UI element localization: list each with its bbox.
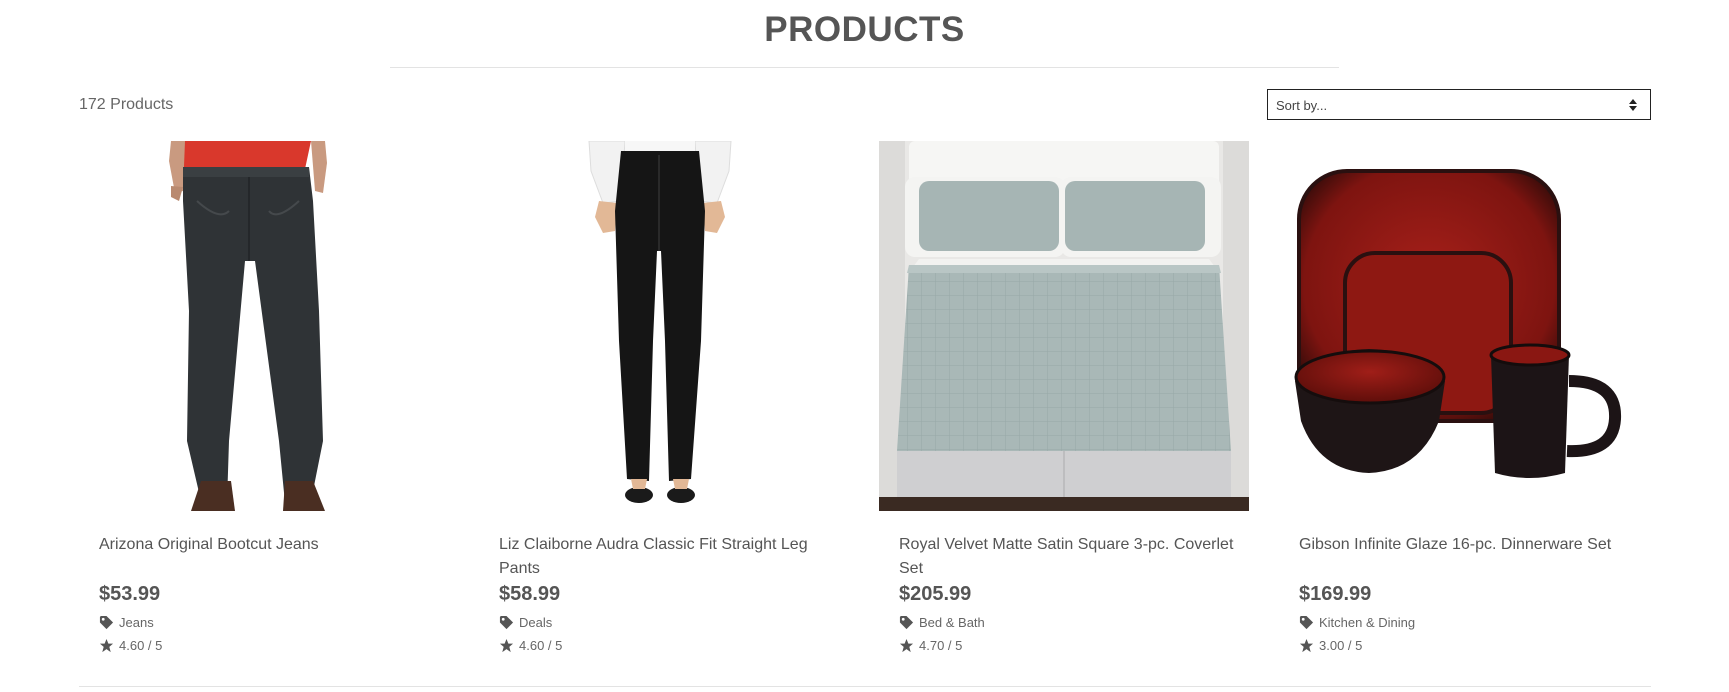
sort-arrows-icon	[1629, 99, 1637, 111]
product-rating: 4.60 / 5	[499, 638, 562, 653]
rating-label: 4.60 / 5	[119, 638, 163, 653]
black-pants-image	[588, 141, 732, 503]
product-category[interactable]: Bed & Bath	[899, 615, 985, 630]
product-price: $53.99	[99, 583, 161, 605]
bottom-divider	[79, 686, 1651, 687]
product-rating: 3.00 / 5	[1299, 638, 1362, 653]
product-category[interactable]: Kitchen & Dining	[1299, 615, 1415, 630]
category-label: Kitchen & Dining	[1319, 615, 1416, 630]
red-dinnerware-image	[1294, 169, 1622, 478]
product-name[interactable]: Royal Velvet Matte Satin Square 3-pc. Co…	[899, 533, 1239, 581]
product-price: $169.99	[1299, 583, 1372, 605]
product-card[interactable]: Arizona Original Bootcut Jeans $53.99 Je…	[79, 141, 449, 661]
product-name[interactable]: Gibson Infinite Glaze 16-pc. Dinnerware …	[1299, 533, 1639, 557]
page-title: PRODUCTS	[764, 10, 965, 49]
jeans-image	[169, 141, 327, 511]
star-icon	[899, 638, 914, 653]
star-icon	[1299, 638, 1314, 653]
category-label: Bed & Bath	[919, 615, 985, 630]
product-card[interactable]: Gibson Infinite Glaze 16-pc. Dinnerware …	[1279, 141, 1649, 661]
category-label: Deals	[519, 615, 553, 630]
rating-label: 4.60 / 5	[519, 638, 563, 653]
sort-select-value: Sort by...	[1276, 98, 1328, 113]
tag-icon	[899, 615, 914, 630]
product-image[interactable]	[879, 141, 1249, 511]
product-rating: 4.60 / 5	[99, 638, 162, 653]
star-icon	[499, 638, 514, 653]
title-divider	[390, 67, 1339, 68]
product-rating: 4.70 / 5	[899, 638, 962, 653]
sort-select[interactable]: Sort by...	[1267, 89, 1651, 120]
rating-label: 4.70 / 5	[919, 638, 963, 653]
star-icon	[99, 638, 114, 653]
coverlet-bed-image	[879, 141, 1249, 511]
tag-icon	[1299, 615, 1314, 630]
product-card[interactable]: Liz Claiborne Audra Classic Fit Straight…	[479, 141, 849, 661]
product-category[interactable]: Jeans	[99, 615, 154, 630]
product-price: $58.99	[499, 583, 561, 605]
product-category[interactable]: Deals	[499, 615, 552, 630]
product-name[interactable]: Arizona Original Bootcut Jeans	[99, 533, 439, 557]
product-price: $205.99	[899, 583, 972, 605]
product-count: 172 Products	[79, 96, 174, 113]
rating-label: 3.00 / 5	[1319, 638, 1363, 653]
product-card[interactable]: Royal Velvet Matte Satin Square 3-pc. Co…	[879, 141, 1249, 661]
tag-icon	[499, 615, 514, 630]
product-image[interactable]	[1279, 141, 1649, 511]
product-image[interactable]	[479, 141, 849, 511]
product-image[interactable]	[79, 141, 449, 511]
category-label: Jeans	[119, 615, 154, 630]
tag-icon	[99, 615, 114, 630]
product-name[interactable]: Liz Claiborne Audra Classic Fit Straight…	[499, 533, 839, 581]
